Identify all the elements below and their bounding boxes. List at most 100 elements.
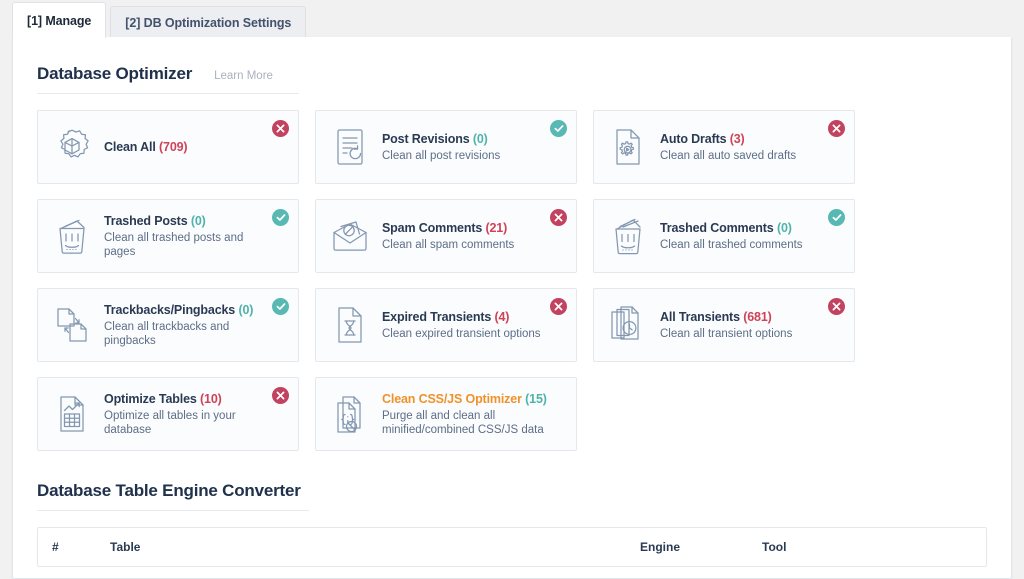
card-title-text: Spam Comments (382, 220, 483, 235)
optimizer-card[interactable]: Post Revisions (0) Clean all post revisio… (315, 110, 577, 184)
check-badge-icon[interactable] (550, 120, 567, 137)
card-title: Clean All (709) (104, 139, 188, 155)
card-text: Post Revisions (0) Clean all post revisio… (382, 132, 522, 163)
card-description: Clean all post revisions (382, 149, 501, 162)
check-badge-icon[interactable] (828, 209, 845, 226)
clock-docs-icon (606, 302, 650, 348)
optimizer-card[interactable]: Expired Transients (4) Clean expired tran… (315, 288, 577, 362)
optimizer-card[interactable]: Optimize Tables (10) Optimize all tables … (37, 377, 299, 451)
optimizer-card[interactable]: Clean All (709) (37, 110, 299, 184)
table-engine-converter-header: Database Table Engine Converter (37, 481, 309, 511)
card-count: (709) (159, 139, 188, 154)
card-description: Clean all transient options (660, 327, 793, 340)
post-revisions-icon (328, 124, 372, 170)
column-header-tool: Tool (762, 540, 787, 554)
close-badge-icon[interactable] (550, 298, 567, 315)
card-text: Spam Comments (21) Clean all spam comment… (382, 221, 536, 252)
card-title-text: Expired Transients (382, 309, 492, 324)
optimizer-card[interactable]: Clean CSS/JS Optimizer (15) Purge all and… (315, 377, 577, 451)
database-optimizer-header: Database Optimizer Learn More (37, 64, 299, 94)
card-description: Clean all auto saved drafts (660, 149, 797, 162)
optimizer-card[interactable]: Auto Drafts (3) Clean all auto saved draf… (593, 110, 855, 184)
card-title: Auto Drafts (3) (660, 132, 796, 147)
card-description: Clean expired transient options (382, 327, 541, 340)
card-title-text: Optimize Tables (104, 391, 197, 406)
column-header-number: # (52, 540, 59, 554)
card-title: Trashed Comments (0) (660, 221, 803, 236)
close-badge-icon[interactable] (272, 387, 289, 404)
card-count: (4) (494, 309, 510, 324)
table-header-row: # Table Engine Tool (38, 528, 986, 566)
admin-page: [1] Manage [2] DB Optimization Settings … (0, 0, 1024, 579)
optimizer-card-grid: Clean All (709) Post Revisions (0) Clean a… (37, 110, 987, 451)
tab-db-optimization-settings[interactable]: [2] DB Optimization Settings (110, 6, 307, 38)
card-text: Trashed Comments (0) Clean all trashed co… (660, 221, 825, 252)
card-title-text: Post Revisions (382, 131, 470, 146)
optimizer-card[interactable]: Trashed Comments (0) Clean all trashed co… (593, 199, 855, 273)
card-title: All Transients (681) (660, 310, 792, 325)
card-count: (0) (776, 220, 792, 235)
card-description: Clean all trackbacks and pingbacks (104, 320, 230, 347)
content-panel: Database Optimizer Learn More Clean All … (12, 37, 1012, 579)
close-badge-icon[interactable] (550, 209, 567, 226)
card-title-text: All Transients (660, 309, 740, 324)
card-count: (21) (485, 220, 508, 235)
tab-manage-label: [1] Manage (27, 13, 92, 28)
card-text: Auto Drafts (3) Clean all auto saved draf… (660, 132, 818, 163)
card-title: Spam Comments (21) (382, 221, 514, 236)
optimize-tables-icon (50, 391, 94, 437)
card-text: Optimize Tables (10) Optimize all tables … (104, 392, 288, 437)
gear-cube-icon (50, 124, 94, 170)
card-description: Clean all trashed comments (660, 238, 803, 251)
card-text: Clean CSS/JS Optimizer (15) Purge all and… (382, 392, 566, 437)
card-title: Post Revisions (0) (382, 132, 500, 147)
check-badge-icon[interactable] (272, 209, 289, 226)
card-description: Purge all and clean all minified/combine… (382, 409, 544, 436)
card-count: (10) (200, 391, 222, 406)
optimizer-card[interactable]: All Transients (681) Clean all transient … (593, 288, 855, 362)
card-description: Optimize all tables in your database (104, 409, 236, 436)
card-count: (0) (238, 302, 254, 317)
hourglass-doc-icon (328, 302, 372, 348)
card-text: Clean All (709) (104, 140, 209, 155)
card-title: Clean CSS/JS Optimizer (15) (382, 391, 547, 407)
converter-table: # Table Engine Tool (37, 527, 987, 567)
card-title-text: Clean All (104, 139, 156, 154)
column-header-engine: Engine (640, 540, 681, 554)
card-description: Clean all spam comments (382, 238, 515, 251)
card-text: Expired Transients (4) Clean expired tran… (382, 310, 563, 341)
card-title-text: Trashed Comments (660, 220, 774, 235)
optimizer-card[interactable]: Trackbacks/Pingbacks (0) Clean all trackb… (37, 288, 299, 362)
tab-db-optimization-settings-label: [2] DB Optimization Settings (125, 15, 292, 30)
card-title-text: Clean CSS/JS Optimizer (382, 391, 522, 406)
card-count: (3) (729, 131, 745, 146)
card-text: Trashed Posts (0) Clean all trashed posts… (104, 214, 288, 259)
css-js-icon (328, 391, 372, 437)
card-title: Expired Transients (4) (382, 310, 541, 325)
optimizer-card[interactable]: Trashed Posts (0) Clean all trashed posts… (37, 199, 299, 273)
card-title-text: Trashed Posts (104, 213, 188, 228)
learn-more-link[interactable]: Learn More (214, 70, 273, 82)
card-title-text: Auto Drafts (660, 131, 727, 146)
close-badge-icon[interactable] (272, 120, 289, 137)
tab-bar: [1] Manage [2] DB Optimization Settings (0, 0, 1024, 38)
card-count: (681) (743, 309, 772, 324)
optimizer-card[interactable]: Spam Comments (21) Clean all spam comment… (315, 199, 577, 273)
card-text: Trackbacks/Pingbacks (0) Clean all trackb… (104, 303, 288, 348)
card-count: (0) (190, 213, 206, 228)
trash-comments-icon (606, 213, 650, 259)
trash-posts-icon (50, 213, 94, 259)
card-title-text: Trackbacks/Pingbacks (104, 302, 236, 317)
converter-title: Database Table Engine Converter (37, 481, 301, 500)
close-badge-icon[interactable] (828, 298, 845, 315)
card-text: All Transients (681) Clean all transient … (660, 310, 814, 341)
tab-manage[interactable]: [1] Manage (12, 2, 107, 38)
check-badge-icon[interactable] (272, 298, 289, 315)
close-badge-icon[interactable] (828, 120, 845, 137)
card-title: Trashed Posts (0) (104, 214, 266, 229)
column-header-table: Table (110, 540, 141, 554)
card-description: Clean all trashed posts and pages (104, 231, 244, 258)
spam-envelope-icon (328, 213, 372, 259)
auto-drafts-icon (606, 124, 650, 170)
card-count: (0) (472, 131, 488, 146)
